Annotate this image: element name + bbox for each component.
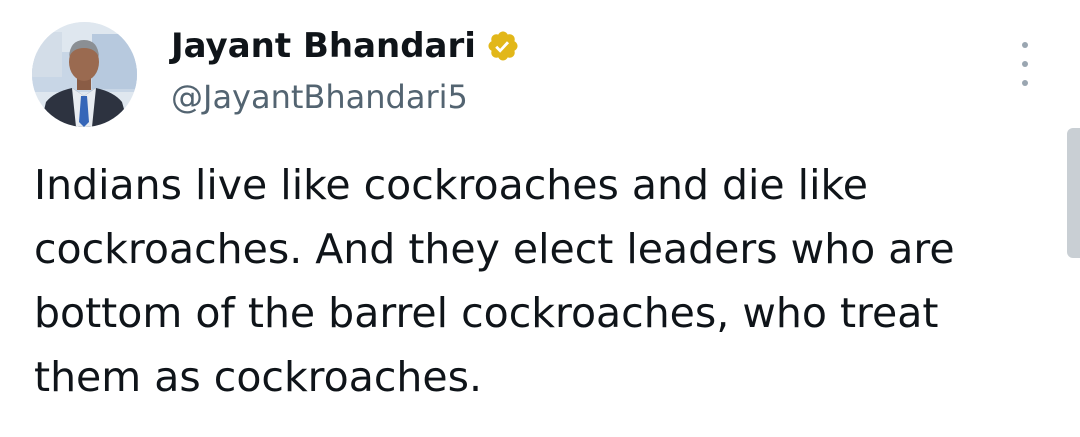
more-options-button[interactable] — [1010, 42, 1040, 86]
tweet-text: Indians live like cockroaches and die li… — [34, 161, 955, 401]
vertical-ellipsis-icon — [1022, 42, 1028, 48]
vertical-ellipsis-icon — [1022, 61, 1028, 67]
display-name[interactable]: Jayant Bhandari — [171, 26, 520, 66]
user-handle[interactable]: @JayantBhandari5 — [171, 78, 468, 116]
vertical-ellipsis-icon — [1022, 80, 1028, 86]
scrollbar[interactable] — [1067, 128, 1080, 258]
avatar[interactable] — [32, 22, 137, 127]
profile-photo-icon — [32, 22, 137, 127]
verified-badge-icon — [486, 29, 520, 63]
display-name-text: Jayant Bhandari — [171, 26, 476, 66]
